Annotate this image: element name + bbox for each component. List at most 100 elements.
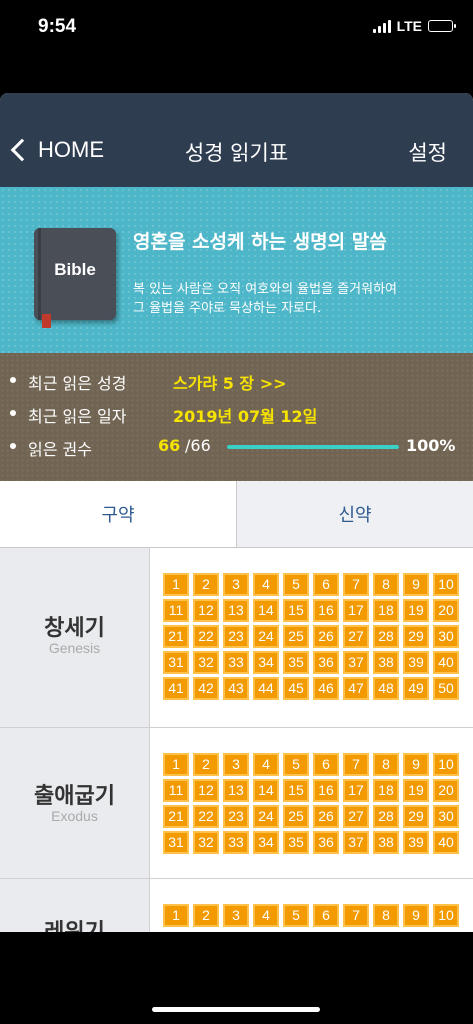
chapter-button[interactable]: 41 bbox=[163, 677, 189, 700]
chapter-button[interactable]: 24 bbox=[253, 805, 279, 828]
chapter-button[interactable]: 4 bbox=[253, 753, 279, 776]
chapter-button[interactable]: 13 bbox=[223, 599, 249, 622]
chapter-button[interactable]: 32 bbox=[193, 831, 219, 854]
chapter-button[interactable]: 50 bbox=[433, 677, 459, 700]
chapter-button[interactable]: 25 bbox=[283, 625, 309, 648]
chapter-button[interactable]: 7 bbox=[343, 904, 369, 927]
chapter-button[interactable]: 14 bbox=[253, 599, 279, 622]
chapter-button[interactable]: 23 bbox=[223, 805, 249, 828]
chapter-button[interactable]: 7 bbox=[343, 573, 369, 596]
chapter-button[interactable]: 19 bbox=[403, 779, 429, 802]
tab-old-testament[interactable]: 구약 bbox=[0, 481, 237, 547]
chapter-button[interactable]: 39 bbox=[403, 831, 429, 854]
chapter-button[interactable]: 10 bbox=[433, 904, 459, 927]
chapter-button[interactable]: 9 bbox=[403, 904, 429, 927]
book-name-cell[interactable]: 레위기 bbox=[0, 879, 150, 932]
chapter-button[interactable]: 7 bbox=[343, 753, 369, 776]
chapter-button[interactable]: 34 bbox=[253, 651, 279, 674]
chapter-button[interactable]: 10 bbox=[433, 573, 459, 596]
chapter-button[interactable]: 8 bbox=[373, 573, 399, 596]
chapter-button[interactable]: 4 bbox=[253, 904, 279, 927]
chapter-button[interactable]: 22 bbox=[193, 625, 219, 648]
chapter-button[interactable]: 33 bbox=[223, 831, 249, 854]
chapter-button[interactable]: 30 bbox=[433, 625, 459, 648]
chapter-button[interactable]: 10 bbox=[433, 753, 459, 776]
chapter-button[interactable]: 47 bbox=[343, 677, 369, 700]
chapter-button[interactable]: 2 bbox=[193, 753, 219, 776]
chapter-button[interactable]: 18 bbox=[373, 779, 399, 802]
chapter-button[interactable]: 17 bbox=[343, 599, 369, 622]
chapter-button[interactable]: 5 bbox=[283, 753, 309, 776]
book-name-cell[interactable]: 창세기 Genesis bbox=[0, 548, 150, 727]
chapter-button[interactable]: 39 bbox=[403, 651, 429, 674]
chapter-button[interactable]: 15 bbox=[283, 599, 309, 622]
chapter-button[interactable]: 26 bbox=[313, 625, 339, 648]
chapter-button[interactable]: 29 bbox=[403, 805, 429, 828]
recent-book-link[interactable]: 스가랴 5 장 >> bbox=[173, 370, 287, 394]
chapter-button[interactable]: 17 bbox=[343, 779, 369, 802]
chapter-button[interactable]: 24 bbox=[253, 625, 279, 648]
chapter-button[interactable]: 11 bbox=[163, 779, 189, 802]
chapter-button[interactable]: 20 bbox=[433, 779, 459, 802]
chapter-button[interactable]: 37 bbox=[343, 831, 369, 854]
chapter-button[interactable]: 3 bbox=[223, 753, 249, 776]
chapter-button[interactable]: 1 bbox=[163, 904, 189, 927]
chapter-button[interactable]: 28 bbox=[373, 805, 399, 828]
chapter-button[interactable]: 8 bbox=[373, 753, 399, 776]
chapter-button[interactable]: 5 bbox=[283, 904, 309, 927]
chapter-button[interactable]: 29 bbox=[403, 625, 429, 648]
chapter-button[interactable]: 8 bbox=[373, 904, 399, 927]
chapter-button[interactable]: 32 bbox=[193, 651, 219, 674]
chapter-button[interactable]: 19 bbox=[403, 599, 429, 622]
book-name-cell[interactable]: 출애굽기 Exodus bbox=[0, 728, 150, 878]
settings-button[interactable]: 설정 bbox=[408, 137, 447, 167]
chapter-button[interactable]: 1 bbox=[163, 753, 189, 776]
chapter-button[interactable]: 3 bbox=[223, 573, 249, 596]
chapter-button[interactable]: 49 bbox=[403, 677, 429, 700]
chapter-button[interactable]: 31 bbox=[163, 831, 189, 854]
chapter-button[interactable]: 16 bbox=[313, 599, 339, 622]
chapter-button[interactable]: 45 bbox=[283, 677, 309, 700]
chapter-button[interactable]: 5 bbox=[283, 573, 309, 596]
chapter-button[interactable]: 6 bbox=[313, 904, 339, 927]
chapter-button[interactable]: 3 bbox=[223, 904, 249, 927]
chapter-button[interactable]: 31 bbox=[163, 651, 189, 674]
chapter-button[interactable]: 12 bbox=[193, 599, 219, 622]
chapter-button[interactable]: 42 bbox=[193, 677, 219, 700]
chapter-button[interactable]: 34 bbox=[253, 831, 279, 854]
chapter-button[interactable]: 4 bbox=[253, 573, 279, 596]
chapter-button[interactable]: 28 bbox=[373, 625, 399, 648]
chapter-button[interactable]: 36 bbox=[313, 651, 339, 674]
chapter-button[interactable]: 6 bbox=[313, 753, 339, 776]
chapter-button[interactable]: 43 bbox=[223, 677, 249, 700]
chapter-button[interactable]: 40 bbox=[433, 831, 459, 854]
tab-new-testament[interactable]: 신약 bbox=[237, 481, 473, 547]
chapter-button[interactable]: 9 bbox=[403, 573, 429, 596]
chapter-button[interactable]: 21 bbox=[163, 625, 189, 648]
chapter-button[interactable]: 11 bbox=[163, 599, 189, 622]
chapter-button[interactable]: 2 bbox=[193, 573, 219, 596]
chapter-button[interactable]: 6 bbox=[313, 573, 339, 596]
chapter-button[interactable]: 46 bbox=[313, 677, 339, 700]
chapter-button[interactable]: 22 bbox=[193, 805, 219, 828]
chapter-button[interactable]: 13 bbox=[223, 779, 249, 802]
chapter-button[interactable]: 1 bbox=[163, 573, 189, 596]
chapter-button[interactable]: 35 bbox=[283, 831, 309, 854]
chapter-button[interactable]: 12 bbox=[193, 779, 219, 802]
chapter-button[interactable]: 27 bbox=[343, 805, 369, 828]
chapter-button[interactable]: 26 bbox=[313, 805, 339, 828]
chapter-button[interactable]: 38 bbox=[373, 831, 399, 854]
chapter-button[interactable]: 27 bbox=[343, 625, 369, 648]
chapter-button[interactable]: 18 bbox=[373, 599, 399, 622]
chapter-button[interactable]: 37 bbox=[343, 651, 369, 674]
chapter-button[interactable]: 35 bbox=[283, 651, 309, 674]
chapter-button[interactable]: 15 bbox=[283, 779, 309, 802]
chapter-button[interactable]: 44 bbox=[253, 677, 279, 700]
chapter-button[interactable]: 48 bbox=[373, 677, 399, 700]
chapter-button[interactable]: 36 bbox=[313, 831, 339, 854]
chapter-button[interactable]: 38 bbox=[373, 651, 399, 674]
chapter-button[interactable]: 16 bbox=[313, 779, 339, 802]
chapter-button[interactable]: 33 bbox=[223, 651, 249, 674]
chapter-button[interactable]: 20 bbox=[433, 599, 459, 622]
chapter-button[interactable]: 23 bbox=[223, 625, 249, 648]
